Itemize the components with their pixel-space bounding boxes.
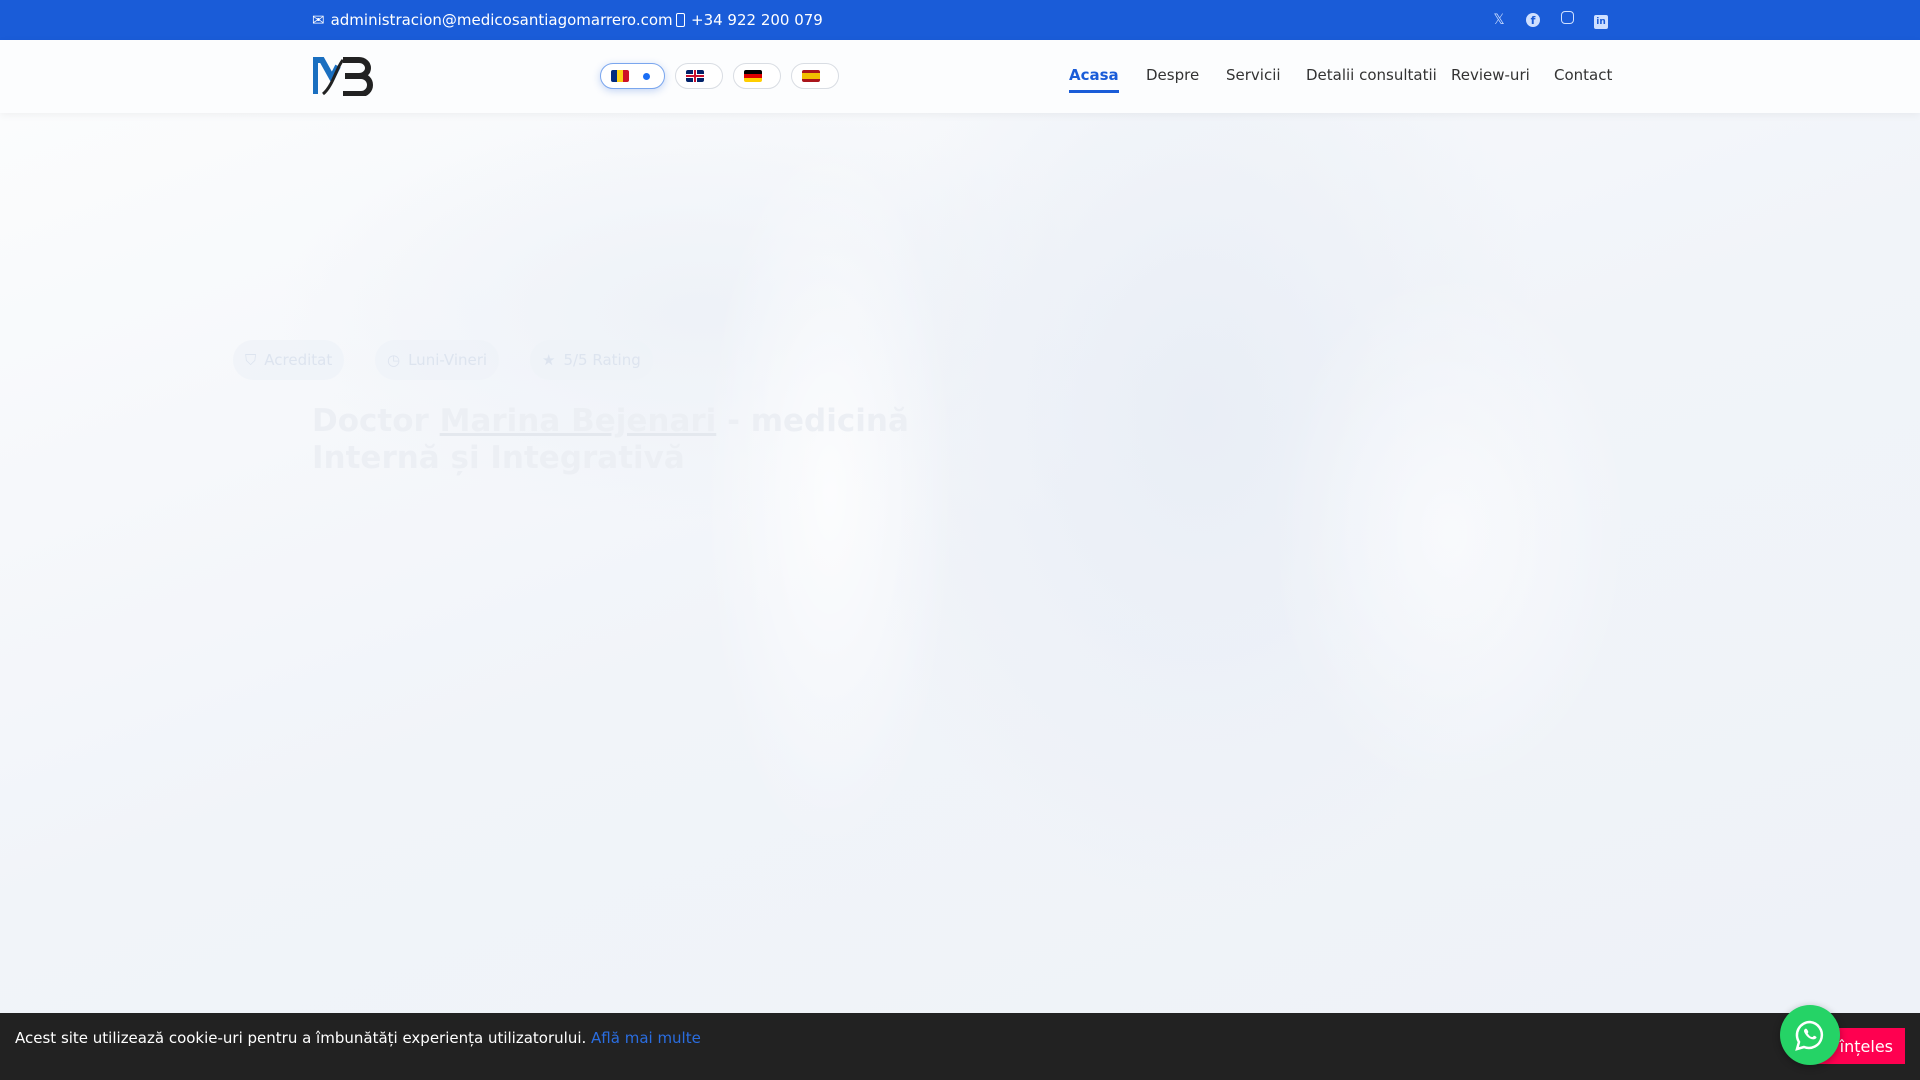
x-icon[interactable]: 𝕏 bbox=[1490, 11, 1508, 29]
language-ro[interactable] bbox=[600, 63, 665, 89]
star-icon: ★ bbox=[542, 351, 556, 369]
uk-flag-icon bbox=[686, 70, 704, 82]
nav-detalii-consultatii[interactable]: Detalii consultatii bbox=[1306, 66, 1437, 84]
badge-acreditat: ⛉ Acreditat bbox=[233, 340, 345, 380]
mobile-icon bbox=[676, 13, 685, 27]
hero-title: Doctor Marina Bejenari - medicină Intern… bbox=[312, 403, 1012, 477]
title-prefix: Doctor bbox=[312, 403, 440, 439]
instagram-icon[interactable] bbox=[1558, 11, 1576, 29]
top-bar: ✉ administracion@medicosantiagomarrero.c… bbox=[0, 0, 1920, 40]
logo[interactable] bbox=[313, 56, 375, 96]
nav-despre[interactable]: Despre bbox=[1146, 66, 1199, 84]
badge-text: Luni-Vineri bbox=[408, 351, 488, 369]
email-link[interactable]: ✉ administracion@medicosantiagomarrero.c… bbox=[312, 11, 673, 29]
language-de[interactable] bbox=[733, 63, 781, 89]
cookie-text: Acest site utilizează cookie-uri pentru … bbox=[15, 1029, 592, 1047]
email-text: administracion@medicosantiagomarrero.com bbox=[330, 11, 673, 29]
phone-link[interactable]: +34 922 200 079 bbox=[676, 11, 823, 29]
badge-rating: ★ 5/5 Rating bbox=[530, 340, 653, 380]
envelope-icon: ✉ bbox=[312, 11, 325, 29]
hero-section: ⛉ Acreditat ◷ Luni-Vineri ★ 5/5 Rating Doct… bbox=[0, 113, 1920, 1013]
badge-luni-vineri: ◷ Luni-Vineri bbox=[375, 340, 500, 380]
whatsapp-button[interactable] bbox=[1780, 1005, 1840, 1065]
linkedin-icon[interactable]: in bbox=[1592, 11, 1610, 29]
active-dot-icon bbox=[643, 72, 650, 80]
language-es[interactable] bbox=[791, 63, 839, 89]
phone-text: +34 922 200 079 bbox=[691, 11, 823, 29]
romania-flag-icon bbox=[611, 70, 629, 82]
learn-more-link[interactable]: Află mai multe bbox=[591, 1029, 701, 1047]
facebook-icon[interactable]: f bbox=[1524, 11, 1542, 29]
spain-flag-icon bbox=[802, 70, 820, 82]
germany-flag-icon bbox=[744, 70, 762, 82]
cookie-message: Acest site utilizează cookie-uri pentru … bbox=[15, 1029, 701, 1047]
badge-text: 5/5 Rating bbox=[563, 351, 641, 369]
shield-check-icon: ⛉ bbox=[245, 351, 257, 369]
clock-icon: ◷ bbox=[387, 351, 401, 369]
cookie-banner: Acest site utilizează cookie-uri pentru … bbox=[0, 1013, 1920, 1080]
nav-review-uri[interactable]: Review-uri bbox=[1451, 66, 1530, 84]
main-navbar: Acasa Despre Servicii Detalii consultati… bbox=[0, 40, 1920, 113]
nav-contact[interactable]: Contact bbox=[1554, 66, 1612, 84]
language-en[interactable] bbox=[675, 63, 723, 89]
doctor-name: Marina Bejenari bbox=[439, 403, 717, 439]
badge-text: Acreditat bbox=[264, 351, 333, 369]
nav-acasa[interactable]: Acasa bbox=[1069, 66, 1119, 93]
whatsapp-icon bbox=[1795, 1020, 1824, 1051]
nav-servicii[interactable]: Servicii bbox=[1226, 66, 1281, 84]
